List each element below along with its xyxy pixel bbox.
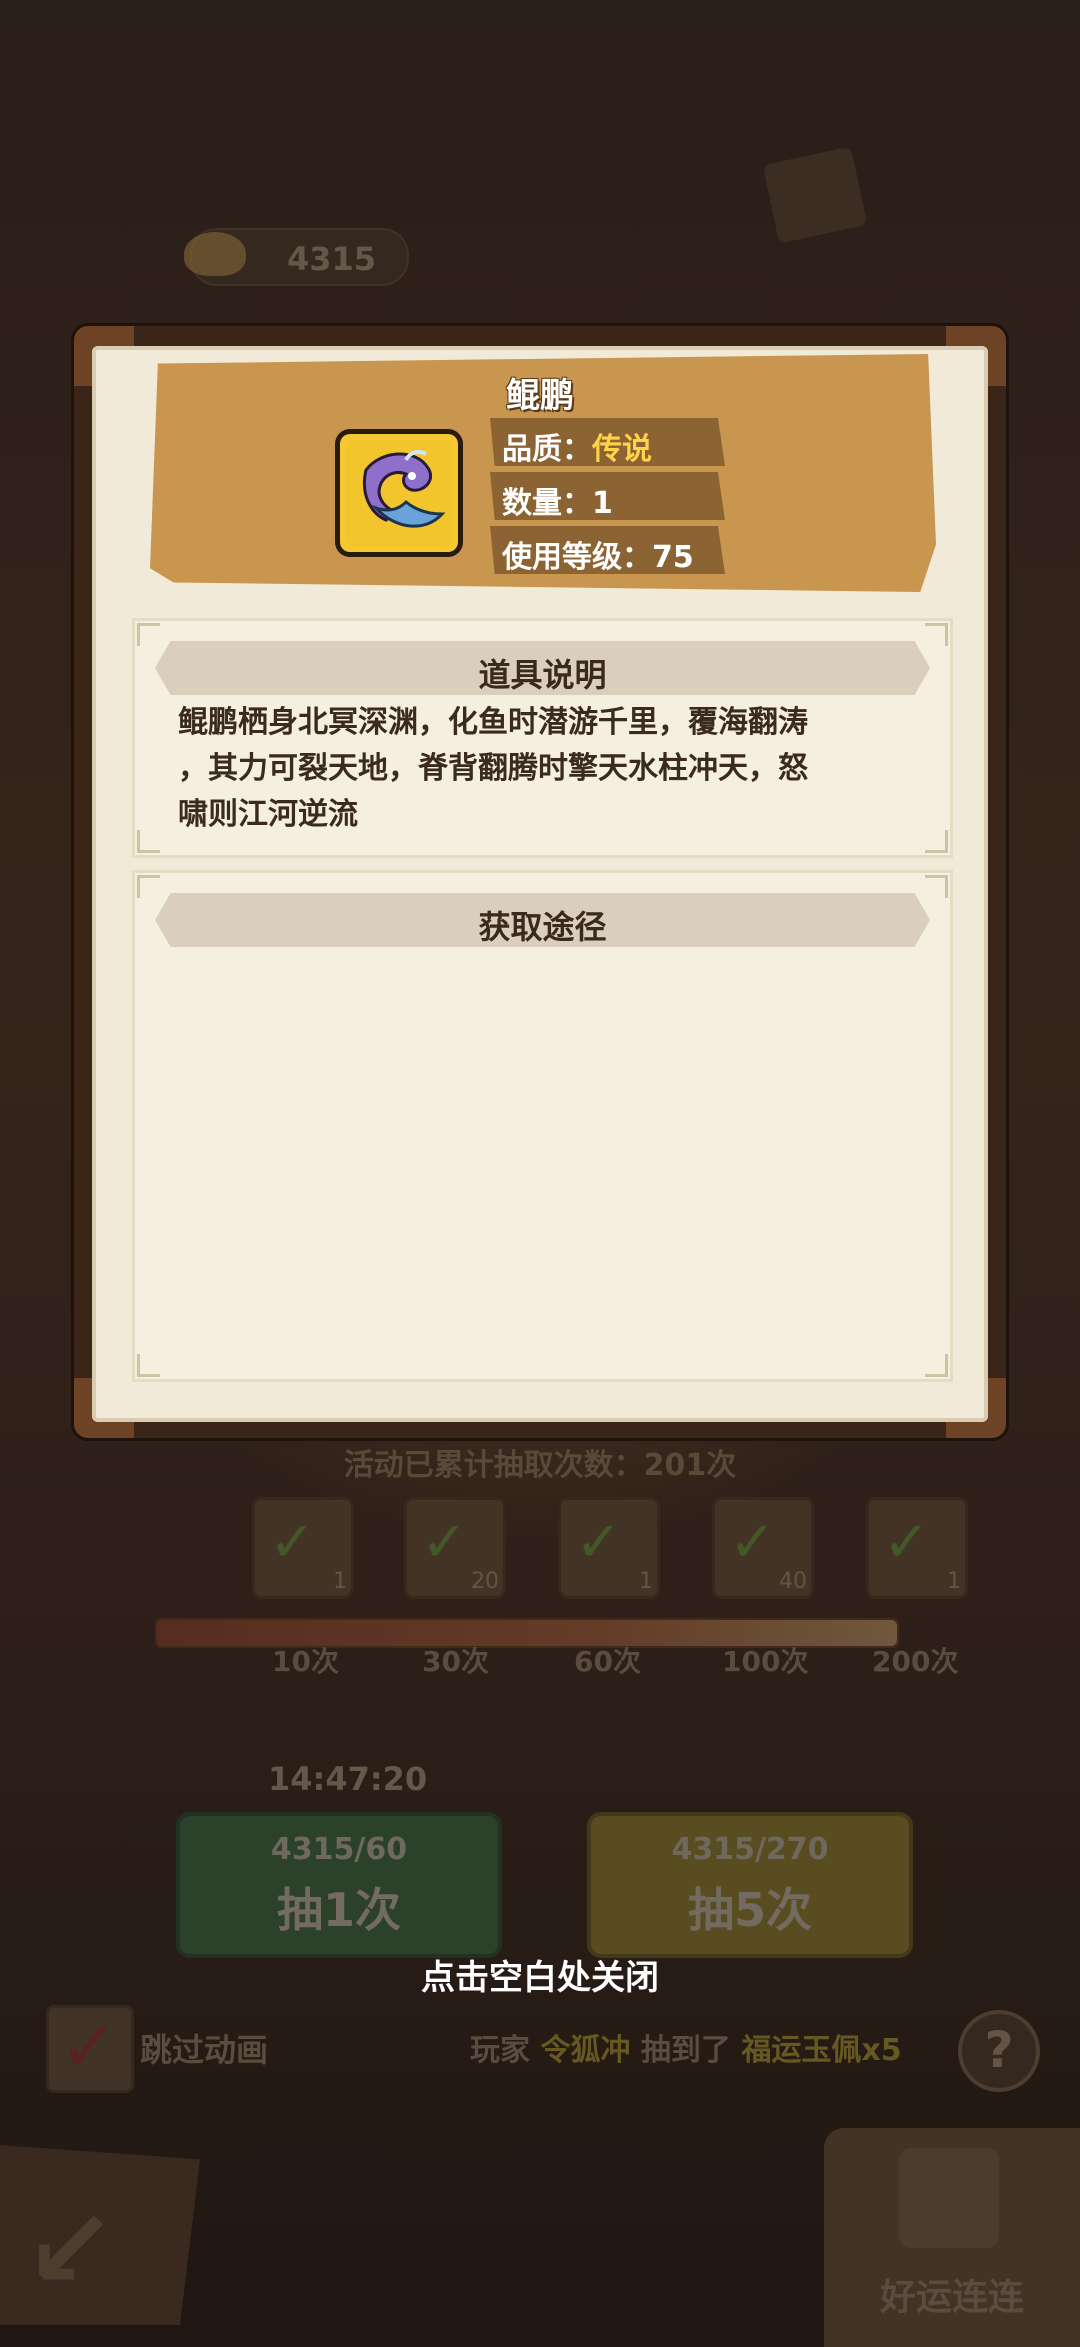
close-hint[interactable]: 点击空白处关闭 <box>0 1950 1080 1999</box>
acquisition-panel: 获取途径 <box>132 870 953 1382</box>
quality-row: 品质：传说 <box>490 418 725 466</box>
use-level-row: 使用等级：75 <box>490 526 725 574</box>
panel-corner-ornament <box>137 1354 160 1377</box>
panel-corner-ornament <box>925 875 948 898</box>
description-title: 道具说明 <box>478 656 607 694</box>
acquisition-header: 获取途径 <box>155 893 930 947</box>
item-description: 鲲鹏栖身北冥深渊，化鱼时潜游千里，覆海翻涛 ，其力可裂天地，脊背翻腾时擎天水柱冲… <box>178 705 808 832</box>
item-name: 鲲鹏 <box>506 376 574 416</box>
use-level-text: 使用等级：75 <box>502 540 694 575</box>
panel-corner-ornament <box>137 623 160 646</box>
kunpeng-item-icon <box>340 434 458 552</box>
panel-corner-ornament <box>925 1354 948 1377</box>
panel-corner-ornament <box>137 830 160 853</box>
quality-text: 品质：传说 <box>502 424 652 467</box>
quantity-text: 数量：1 <box>502 486 613 521</box>
description-header: 道具说明 <box>155 641 930 695</box>
quality-value: 传说 <box>592 432 652 467</box>
panel-corner-ornament <box>137 875 160 898</box>
quality-label: 品质： <box>502 432 592 467</box>
acquisition-title: 获取途径 <box>478 908 607 946</box>
panel-corner-ornament <box>925 623 948 646</box>
quantity-row: 数量：1 <box>490 472 725 520</box>
panel-corner-ornament <box>925 830 948 853</box>
